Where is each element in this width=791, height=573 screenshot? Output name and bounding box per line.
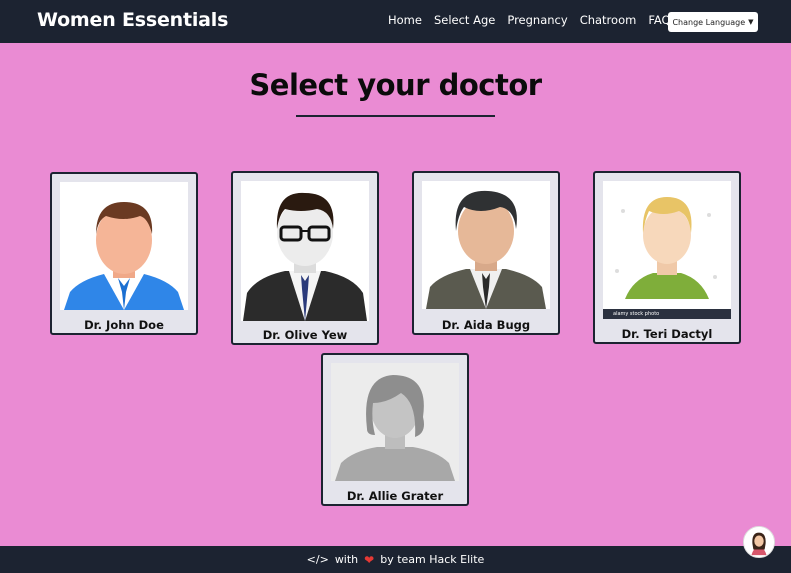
nav-link-chatroom[interactable]: Chatroom [580, 13, 637, 27]
chevron-down-icon: ▼ [748, 18, 754, 26]
doctor-name: Dr. Aida Bugg [441, 318, 531, 332]
change-language-label: Change Language [672, 17, 746, 27]
doctor-photo: alamy stock photo [603, 181, 731, 319]
doctor-name: Dr. Teri Dactyl [621, 327, 713, 341]
footer-credit-text: by team Hack Elite [380, 553, 485, 566]
doctor-card-john-doe[interactable]: Dr. John Doe [50, 172, 198, 335]
doctor-photo [241, 181, 369, 321]
nav-link-select-age[interactable]: Select Age [434, 13, 495, 27]
doctor-name: Dr. John Doe [84, 318, 164, 332]
doctor-photo [331, 363, 459, 481]
nav-links: Home Select Age Pregnancy Chatroom FAQ's [388, 13, 692, 27]
doctor-name: Dr. Allie Grater [346, 489, 444, 503]
change-language-button[interactable]: Change Language ▼ [668, 12, 758, 32]
doctor-card-teri-dactyl[interactable]: alamy stock photo Dr. Teri Dactyl [593, 171, 741, 344]
title-underline [296, 115, 495, 117]
footer: </> with ❤ by team Hack Elite [0, 546, 791, 573]
chat-assistant-avatar[interactable] [743, 526, 775, 558]
doctor-photo [60, 182, 188, 310]
footer-with-text: with [334, 553, 359, 566]
navbar: Women Essentials Home Select Age Pregnan… [0, 0, 791, 43]
nav-link-home[interactable]: Home [388, 13, 422, 27]
watermark-text: alamy stock photo [613, 311, 660, 317]
doctor-card-allie-grater[interactable]: Dr. Allie Grater [321, 353, 469, 506]
brand-logo[interactable]: Women Essentials [37, 9, 228, 31]
doctor-name: Dr. Olive Yew [262, 328, 348, 342]
page-title: Select your doctor [249, 68, 542, 102]
doctor-card-aida-bugg[interactable]: Dr. Aida Bugg [412, 171, 560, 335]
heart-icon: ❤ [364, 552, 375, 567]
doctor-card-olive-yew[interactable]: Dr. Olive Yew [231, 171, 379, 345]
doctor-photo [422, 181, 550, 309]
code-icon: </> [306, 553, 329, 566]
nav-link-pregnancy[interactable]: Pregnancy [507, 13, 567, 27]
